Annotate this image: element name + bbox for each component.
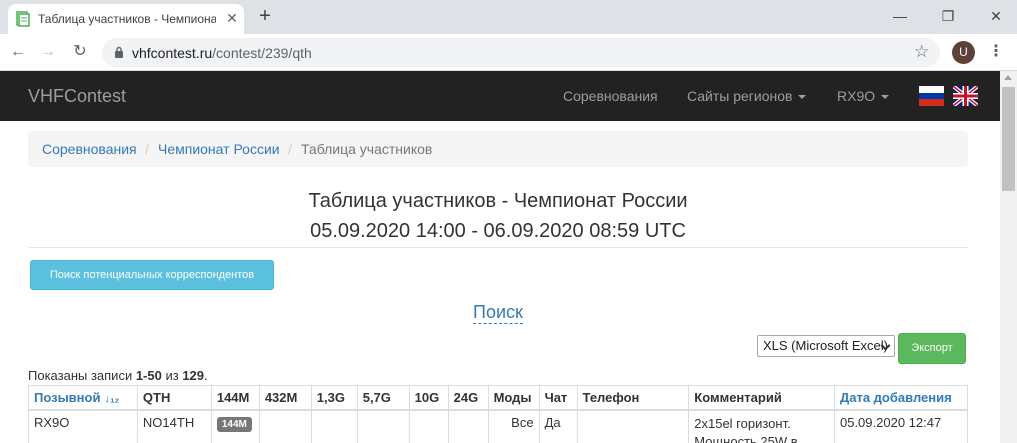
column-header-qth: QTH <box>136 385 212 411</box>
column-header-modes: Моды <box>487 385 540 411</box>
column-header-144m: 144M <box>210 385 260 411</box>
cell-1-3g <box>310 409 358 443</box>
sort-ascending-icon: ↓₁₂ <box>104 393 120 405</box>
column-header-10g: 10G <box>408 385 449 411</box>
cell-date-added: 05.09.2020 12:47 <box>833 409 969 443</box>
reload-icon[interactable]: ↻ <box>70 42 90 62</box>
column-header-1-3g: 1,3G <box>310 385 358 411</box>
participants-table: Позывной ↓₁₂ QTH 144M 432M 1,3G 5,7G 10G … <box>28 385 969 443</box>
page-viewport: VHFContest Соревнования Сайты регионов R… <box>0 71 1000 443</box>
breadcrumb-separator: / <box>288 141 292 157</box>
cell-chat: Да <box>538 409 578 443</box>
cell-qth: NO14TH <box>136 409 212 443</box>
breadcrumb-separator: / <box>145 141 149 157</box>
column-header-callsign[interactable]: Позывной ↓₁₂ <box>28 385 138 411</box>
cell-comment: 2x15el горизонт. Мощность 25W в <box>688 409 835 443</box>
caret-down-icon <box>798 95 807 100</box>
browser-menu-icon[interactable]: ⋮ <box>988 42 1004 62</box>
cell-phone <box>576 409 690 443</box>
table-row: RX9O NO14TH 144M Все Да 2x15el горизонт.… <box>28 409 969 443</box>
table-header-row: Позывной ↓₁₂ QTH 144M 432M 1,3G 5,7G 10G … <box>28 385 969 411</box>
nav-item-contests[interactable]: Соревнования <box>563 88 658 104</box>
russian-flag-icon[interactable] <box>919 86 944 106</box>
search-link[interactable]: Поиск <box>473 301 523 324</box>
column-header-24g: 24G <box>447 385 489 411</box>
column-header-phone: Телефон <box>576 385 690 411</box>
nav-item-regions[interactable]: Сайты регионов <box>687 88 807 104</box>
cell-144m: 144M <box>210 409 260 443</box>
records-summary: Показаны записи 1-50 из 129. <box>28 368 208 383</box>
close-tab-icon[interactable]: ✕ <box>224 10 240 26</box>
minimize-icon[interactable]: — <box>890 6 910 26</box>
site-navbar: VHFContest Соревнования Сайты регионов R… <box>0 71 1000 121</box>
site-brand[interactable]: VHFContest <box>28 86 126 107</box>
column-header-chat: Чат <box>538 385 578 411</box>
lock-icon <box>115 46 123 58</box>
column-header-date-added[interactable]: Дата добавления <box>833 385 969 411</box>
caret-down-icon <box>881 95 890 100</box>
export-format-select[interactable]: XLS (Microsoft Excel) <box>757 335 895 357</box>
cell-5-7g <box>356 409 410 443</box>
browser-tab[interactable]: Таблица участников - Чемпионат России ✕ <box>8 4 244 34</box>
profile-avatar[interactable]: U <box>952 41 975 64</box>
back-arrow-icon[interactable]: ← <box>8 42 28 62</box>
nav-item-user[interactable]: RX9O <box>837 88 890 104</box>
new-tab-icon[interactable]: + <box>256 6 274 26</box>
page-title: Таблица участников - Чемпионат России <box>308 190 688 212</box>
cell-24g <box>447 409 489 443</box>
cell-modes: Все <box>487 409 540 443</box>
breadcrumb-contests[interactable]: Соревнования <box>42 141 137 157</box>
cell-callsign: RX9O <box>28 409 138 443</box>
band-badge: 144M <box>216 417 252 432</box>
browser-toolbar: ← → ↻ vhfcontest.ru/contest/239/qth ☆ U … <box>0 34 1017 71</box>
restore-icon[interactable]: ❐ <box>938 6 958 26</box>
contest-period: 05.09.2020 14:00 - 06.09.2020 08:59 UTC <box>310 220 686 242</box>
breadcrumb-current: Таблица участников <box>301 141 433 157</box>
column-header-comment: Комментарий <box>688 385 835 411</box>
scrollbar-thumb[interactable] <box>1002 87 1015 191</box>
uk-flag-icon[interactable] <box>953 86 978 106</box>
address-bar[interactable]: vhfcontest.ru/contest/239/qth ☆ <box>102 38 940 67</box>
scroll-up-icon[interactable] <box>1004 75 1012 80</box>
forward-arrow-icon[interactable]: → <box>38 42 58 62</box>
breadcrumb-championship[interactable]: Чемпионат России <box>158 141 280 157</box>
export-button[interactable]: Экспорт <box>898 333 966 364</box>
breadcrumb: Соревнования / Чемпионат России / Таблиц… <box>28 131 968 167</box>
column-header-5-7g: 5,7G <box>356 385 410 411</box>
close-window-icon[interactable]: ✕ <box>986 6 1006 26</box>
bookmark-star-icon[interactable]: ☆ <box>914 43 932 61</box>
cell-10g <box>408 409 449 443</box>
column-header-432m: 432M <box>258 385 312 411</box>
tab-title: Таблица участников - Чемпионат России <box>38 12 216 26</box>
find-correspondents-button[interactable]: Поиск потенциальных корреспондентов <box>30 260 274 290</box>
document-icon <box>16 11 30 27</box>
divider <box>28 247 968 248</box>
cell-432m <box>258 409 312 443</box>
browser-tabstrip: Таблица участников - Чемпионат России ✕ … <box>0 0 1017 34</box>
url-text: vhfcontest.ru/contest/239/qth <box>132 45 312 61</box>
page-scrollbar[interactable] <box>1000 71 1017 443</box>
